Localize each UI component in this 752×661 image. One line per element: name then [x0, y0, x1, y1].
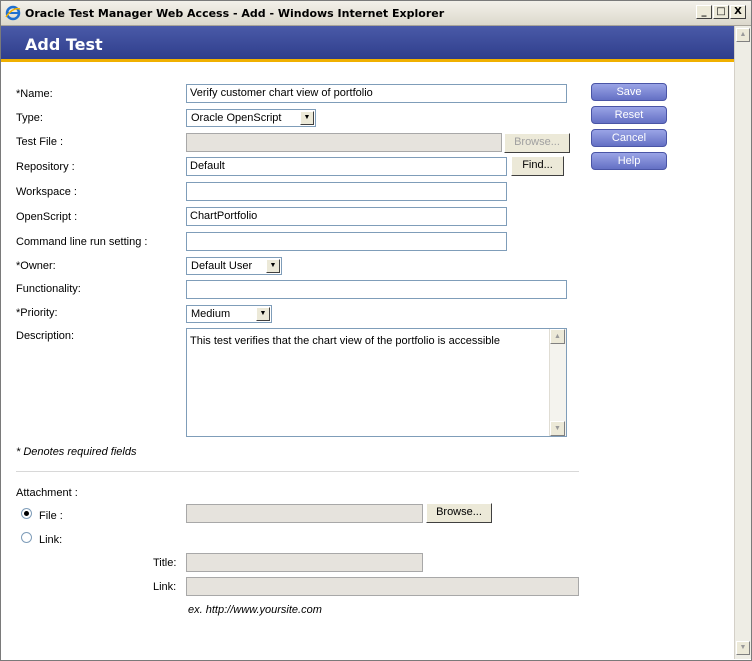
- type-select-value: Oracle OpenScript: [191, 112, 282, 124]
- scroll-up-icon[interactable]: ▲: [550, 329, 565, 344]
- minimize-button[interactable]: _: [696, 5, 712, 19]
- section-divider: [16, 471, 579, 472]
- functionality-input[interactable]: [186, 280, 567, 299]
- window-titlebar: Oracle Test Manager Web Access - Add - W…: [1, 1, 751, 26]
- scroll-down-icon[interactable]: ▼: [736, 641, 750, 655]
- attachment-file-label: File :: [39, 510, 63, 522]
- repository-find-button[interactable]: Find...: [511, 156, 564, 176]
- scroll-up-icon[interactable]: ▲: [736, 28, 750, 42]
- command-line-label: Command line run setting :: [16, 236, 148, 248]
- page-scrollbar[interactable]: ▲ ▼: [734, 26, 751, 659]
- browser-window: Oracle Test Manager Web Access - Add - W…: [0, 0, 752, 661]
- help-button[interactable]: Help: [591, 152, 667, 170]
- attachment-file-input: [186, 504, 423, 523]
- description-textarea[interactable]: This test verifies that the chart view o…: [186, 328, 567, 437]
- attachment-title-input: [186, 553, 423, 572]
- openscript-input[interactable]: ChartPortfolio: [186, 207, 507, 226]
- type-select[interactable]: Oracle OpenScript ▼: [186, 109, 316, 127]
- workspace-label: Workspace :: [16, 186, 77, 198]
- attachment-file-radio[interactable]: [21, 508, 32, 519]
- save-button[interactable]: Save: [591, 83, 667, 101]
- window-title: Oracle Test Manager Web Access - Add - W…: [25, 7, 445, 20]
- scroll-down-icon[interactable]: ▼: [550, 421, 565, 436]
- test-file-label: Test File :: [16, 136, 64, 148]
- ie-icon: [5, 5, 21, 21]
- priority-label: *Priority:: [16, 307, 58, 319]
- dropdown-arrow-icon[interactable]: ▼: [256, 307, 270, 321]
- reset-button[interactable]: Reset: [591, 106, 667, 124]
- test-file-input: [186, 133, 502, 152]
- page-title: Add Test: [25, 35, 103, 54]
- priority-select[interactable]: Medium ▼: [186, 305, 272, 323]
- attachment-title-label: Title:: [153, 557, 177, 569]
- repository-input[interactable]: Default: [186, 157, 507, 176]
- maximize-button[interactable]: □: [713, 5, 729, 19]
- dropdown-arrow-icon[interactable]: ▼: [266, 259, 280, 273]
- radio-selected-dot: [24, 511, 29, 516]
- attachment-label: Attachment :: [16, 487, 78, 499]
- name-label: *Name:: [16, 88, 53, 100]
- dropdown-arrow-icon[interactable]: ▼: [300, 111, 314, 125]
- test-file-browse-button: Browse...: [504, 133, 570, 153]
- close-button[interactable]: X: [730, 5, 746, 19]
- repository-label: Repository :: [16, 161, 75, 173]
- page-header: Add Test: [1, 26, 735, 62]
- description-text: This test verifies that the chart view o…: [190, 335, 500, 347]
- functionality-label: Functionality:: [16, 283, 81, 295]
- attachment-browse-button[interactable]: Browse...: [426, 503, 492, 523]
- openscript-label: OpenScript :: [16, 211, 78, 223]
- type-label: Type:: [16, 112, 43, 124]
- attachment-link-radio[interactable]: [21, 532, 32, 543]
- attachment-link-label: Link:: [39, 534, 63, 546]
- attachment-link-input: [186, 577, 579, 596]
- owner-label: *Owner:: [16, 260, 56, 272]
- description-scrollbar[interactable]: ▲ ▼: [549, 329, 566, 436]
- owner-select-value: Default User: [191, 260, 253, 272]
- priority-select-value: Medium: [191, 308, 231, 320]
- owner-select[interactable]: Default User ▼: [186, 257, 282, 275]
- description-label: Description:: [16, 330, 75, 342]
- name-input[interactable]: Verify customer chart view of portfolio: [186, 84, 567, 103]
- required-fields-note: * Denotes required fields: [16, 446, 137, 458]
- cancel-button[interactable]: Cancel: [591, 129, 667, 147]
- attachment-link-field-label: Link:: [153, 581, 177, 593]
- link-example-note: ex. http://www.yoursite.com: [188, 604, 322, 616]
- workspace-input[interactable]: [186, 182, 507, 201]
- command-line-input[interactable]: [186, 232, 507, 251]
